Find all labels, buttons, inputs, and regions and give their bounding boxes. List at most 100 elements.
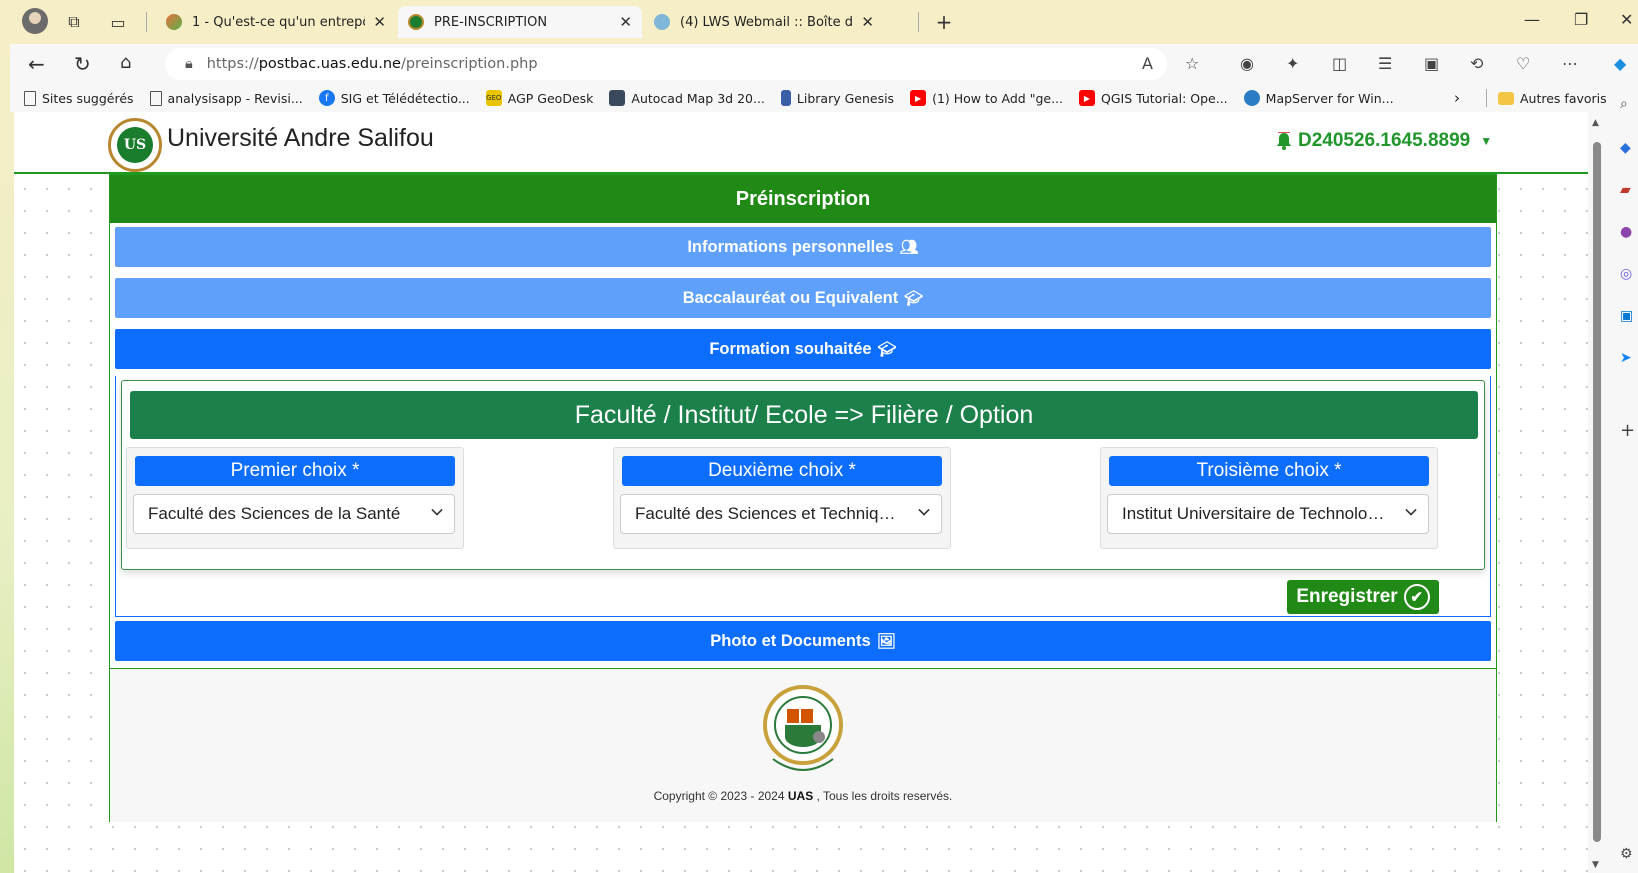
library-icon bbox=[780, 90, 791, 106]
favorite-star-icon[interactable]: ☆ bbox=[1185, 54, 1199, 73]
other-favorites-label: Autres favoris bbox=[1520, 90, 1607, 106]
page-viewport: US Université Andre Salifou D240526.1645… bbox=[14, 112, 1588, 873]
close-tab-icon[interactable]: ✕ bbox=[373, 13, 386, 31]
user-id-label: D240526.1645.8899 bbox=[1298, 130, 1471, 151]
close-tab-icon[interactable]: ✕ bbox=[619, 13, 632, 31]
scroll-up-icon[interactable]: ▲ bbox=[1592, 118, 1599, 128]
tab-title: PRE-INSCRIPTION bbox=[434, 14, 548, 30]
history-icon[interactable]: ⟲ bbox=[1470, 54, 1483, 73]
choice-label: Troisième choix * bbox=[1109, 456, 1429, 486]
bookmark-item[interactable]: Autocad Map 3d 20... bbox=[609, 90, 765, 106]
extensions-icon[interactable]: ✦ bbox=[1286, 54, 1299, 73]
performance-icon[interactable]: ♡ bbox=[1516, 54, 1530, 73]
bookmark-item[interactable]: GEO AGP GeoDesk bbox=[485, 90, 594, 106]
bookmark-item[interactable]: MapServer for Win... bbox=[1243, 90, 1394, 106]
send-icon[interactable]: ➤ bbox=[1620, 350, 1638, 368]
bookmark-item[interactable]: Library Genesis bbox=[780, 90, 894, 106]
choice-select-third[interactable]: Institut Universitaire de Technologie bbox=[1107, 494, 1429, 534]
url-field[interactable]: 🔒︎ https://postbac.uas.edu.ne/preinscrip… bbox=[165, 48, 1167, 80]
select-value: Faculté des Sciences de la Santé bbox=[148, 504, 401, 523]
facebook-icon: f bbox=[318, 90, 335, 106]
address-bar: ← ↻ ⌂ 🔒︎ https://postbac.uas.edu.ne/prei… bbox=[10, 44, 1638, 84]
bookmark-label: Autocad Map 3d 20... bbox=[631, 90, 765, 106]
profile-avatar[interactable] bbox=[22, 8, 48, 34]
section-baccalaureat[interactable]: Baccalauréat ou Equivalent 🎓︎ bbox=[115, 278, 1491, 318]
page-icon bbox=[24, 90, 36, 106]
chevron-right-icon[interactable]: › bbox=[1454, 89, 1460, 107]
section-formation[interactable]: Formation souhaitée 🎓︎ bbox=[115, 329, 1491, 369]
graduation-cap-icon: 🎓︎ bbox=[877, 341, 897, 358]
people-icon[interactable]: ● bbox=[1620, 224, 1638, 242]
bookmarks-bar: Sites suggérés analysisapp - Revisi... f… bbox=[10, 84, 1638, 112]
choice-first: Premier choix * Faculté des Sciences de … bbox=[126, 447, 464, 549]
back-icon[interactable]: ← bbox=[28, 52, 45, 76]
bookmark-item[interactable]: f SIG et Télédétectio... bbox=[318, 90, 470, 106]
choices-box: Faculté / Institut/ Ecole => Filière / O… bbox=[121, 380, 1485, 570]
youtube-icon: ▶ bbox=[910, 90, 927, 106]
scroll-thumb[interactable] bbox=[1593, 142, 1601, 842]
minimize-icon[interactable]: — bbox=[1524, 10, 1540, 29]
restore-icon[interactable]: ❐ bbox=[1574, 10, 1588, 29]
scroll-down-icon[interactable]: ▼ bbox=[1592, 860, 1599, 870]
bookmark-item[interactable]: analysisapp - Revisi... bbox=[149, 90, 303, 106]
faculty-banner: Faculté / Institut/ Ecole => Filière / O… bbox=[130, 391, 1478, 439]
page-scrollbar[interactable]: ▲ ▼ bbox=[1592, 118, 1602, 873]
user-menu[interactable]: D240526.1645.8899 ▼ bbox=[1276, 130, 1492, 152]
tools-icon[interactable]: ▰ bbox=[1620, 182, 1638, 200]
copilot-icon[interactable]: ◆ bbox=[1614, 54, 1626, 73]
chevron-down-icon bbox=[1405, 504, 1417, 516]
tab-webmail[interactable]: (4) LWS Webmail :: Boîte de réception ✕ bbox=[644, 6, 884, 38]
footer: Copyright © 2023 - 2024 UAS , Tous les d… bbox=[110, 668, 1496, 822]
add-sidebar-icon[interactable]: + bbox=[1620, 420, 1638, 441]
copilot-ring-icon[interactable]: ◎ bbox=[1620, 266, 1638, 284]
read-aloud-icon[interactable]: A bbox=[1142, 54, 1153, 73]
close-tab-icon[interactable]: ✕ bbox=[861, 13, 874, 31]
choice-select-second[interactable]: Faculté des Sciences et Techniques bbox=[620, 494, 942, 534]
caret-down-icon: ▼ bbox=[1480, 134, 1493, 148]
tab-actions-icon[interactable]: ▭ bbox=[106, 10, 130, 34]
save-button[interactable]: Enregistrer ✔ bbox=[1287, 580, 1439, 614]
split-screen-icon[interactable]: ◫ bbox=[1332, 54, 1347, 73]
collections-icon[interactable]: ▣ bbox=[1424, 54, 1439, 73]
lock-icon: 🔒︎ bbox=[185, 56, 193, 72]
university-logo[interactable]: US bbox=[108, 118, 162, 172]
bookmark-item[interactable]: ▶ (1) How to Add "ge... bbox=[910, 90, 1063, 106]
choice-select-first[interactable]: Faculté des Sciences de la Santé bbox=[133, 494, 455, 534]
search-icon[interactable]: ⌕ bbox=[1620, 96, 1638, 114]
extension-globe-icon[interactable]: ◉ bbox=[1240, 54, 1254, 73]
bookmark-label: Sites suggérés bbox=[42, 90, 134, 106]
bookmark-item[interactable]: ▶ QGIS Tutorial: Ope... bbox=[1079, 90, 1228, 106]
bookmark-label: SIG et Télédétectio... bbox=[340, 90, 470, 106]
autocad-icon bbox=[609, 90, 626, 106]
settings-gear-icon[interactable]: ⚙ bbox=[1620, 846, 1638, 864]
bookmark-item[interactable]: Sites suggérés bbox=[24, 90, 134, 106]
refresh-icon[interactable]: ↻ bbox=[74, 52, 91, 76]
chevron-down-icon bbox=[431, 504, 443, 516]
outlook-icon[interactable]: ▣ bbox=[1620, 308, 1638, 326]
tab-favicon-icon bbox=[408, 14, 424, 30]
workspaces-icon[interactable]: ⧉ bbox=[62, 10, 86, 34]
section-photo-documents[interactable]: Photo et Documents 🖼︎ bbox=[115, 621, 1491, 661]
tab-favicon-icon bbox=[654, 14, 670, 30]
url-prefix: https:// bbox=[206, 56, 259, 72]
home-icon[interactable]: ⌂ bbox=[120, 52, 131, 73]
close-window-icon[interactable]: ✕ bbox=[1620, 10, 1633, 29]
other-favorites[interactable]: Autres favoris bbox=[1498, 91, 1607, 106]
university-name[interactable]: Université Andre Salifou bbox=[167, 124, 434, 153]
tab-preinscription[interactable]: PRE-INSCRIPTION ✕ bbox=[398, 6, 642, 38]
copyright: Copyright © 2023 - 2024 UAS , Tous les d… bbox=[110, 789, 1496, 803]
new-tab-icon[interactable]: + bbox=[932, 10, 956, 34]
tag-icon[interactable]: ◆ bbox=[1620, 140, 1638, 158]
section-personal-info[interactable]: Informations personnelles 👥︎ bbox=[115, 227, 1491, 267]
section-label: Formation souhaitée bbox=[709, 339, 872, 358]
tab-favicon-icon bbox=[166, 14, 182, 30]
bookmark-label: AGP GeoDesk bbox=[507, 90, 594, 106]
tab-entrepot[interactable]: 1 - Qu'est-ce qu'un entrepôt de données … bbox=[156, 6, 396, 38]
favorites-icon[interactable]: ☰ bbox=[1378, 54, 1392, 73]
bell-icon bbox=[1277, 132, 1291, 150]
choice-label: Deuxième choix * bbox=[622, 456, 942, 486]
university-seal-logo bbox=[763, 685, 843, 771]
bookmark-label: QGIS Tutorial: Ope... bbox=[1101, 90, 1228, 106]
youtube-icon: ▶ bbox=[1079, 90, 1095, 106]
more-menu-icon[interactable]: ⋯ bbox=[1562, 54, 1578, 73]
